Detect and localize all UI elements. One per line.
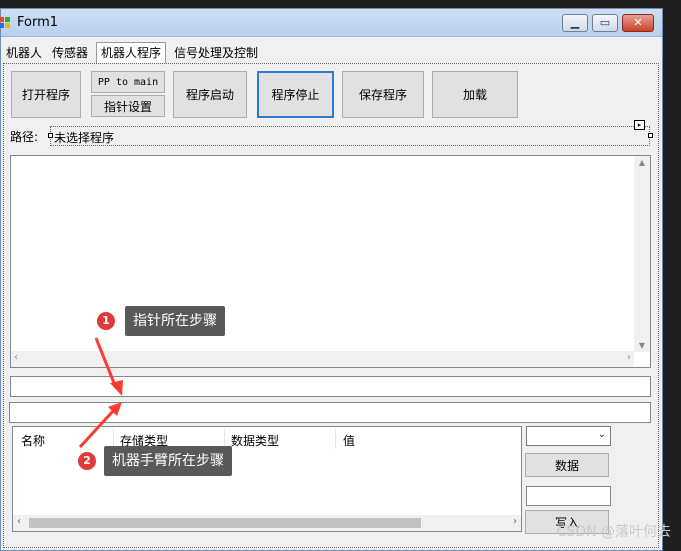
watermark: CSDN @落叶何去 (556, 524, 671, 540)
arrow-to-pointer-step (94, 337, 118, 389)
annotation-arrows (78, 337, 123, 449)
arrowhead-icon (110, 380, 123, 396)
arrow-to-arm-step (78, 408, 116, 449)
